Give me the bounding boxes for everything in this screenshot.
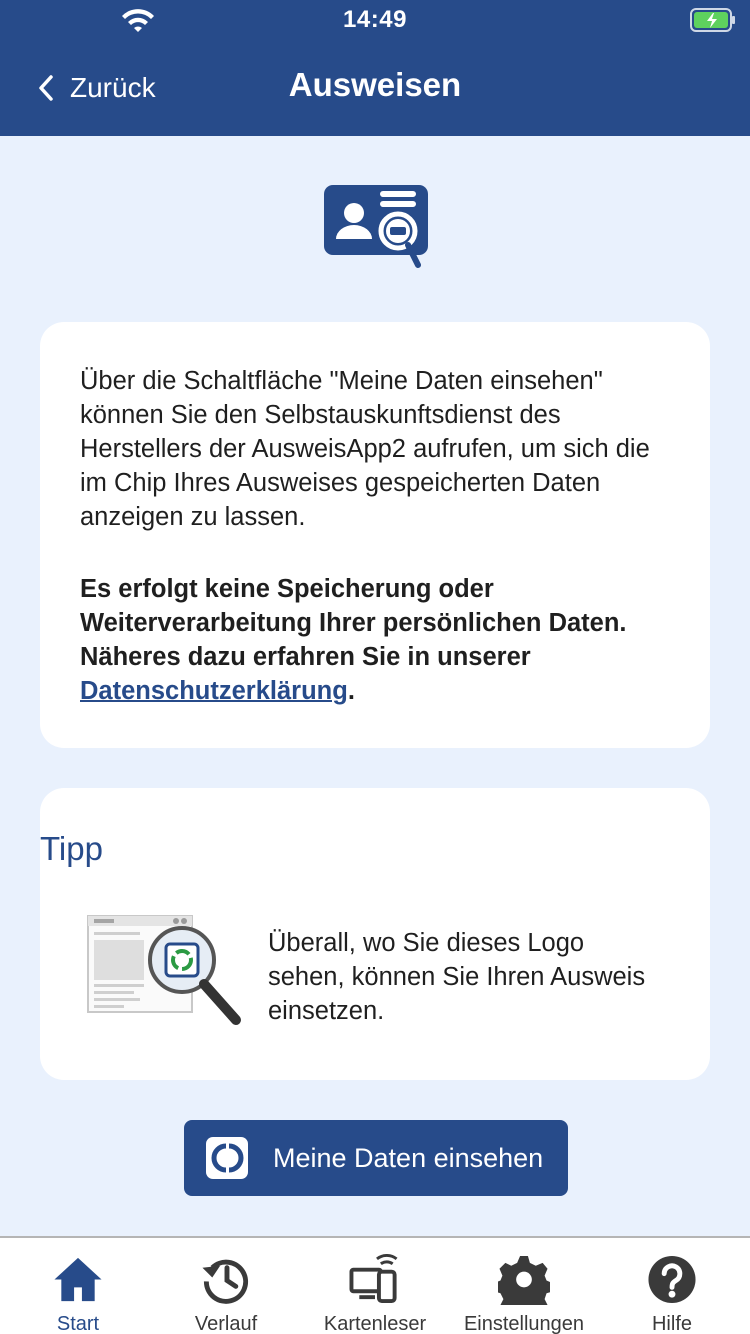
page-title: Ausweisen (288, 66, 462, 103)
app-header: 14:49 Zurück Ausweisen (0, 0, 750, 136)
card-reader-icon (349, 1254, 398, 1304)
ausweisapp-logo-icon (206, 1137, 248, 1179)
info-paragraph: Über die Schaltfläche "Meine Daten einse… (80, 367, 650, 531)
privacy-link[interactable]: Datenschutzerklärung (80, 677, 348, 705)
tab-settings[interactable]: Einstellungen (458, 1238, 590, 1334)
tab-bar: Start Verlauf Kartenleser Einstellungen (0, 1236, 750, 1334)
id-card-search-icon (324, 185, 428, 268)
tip-title: Tipp (40, 830, 103, 867)
status-time: 14:49 (343, 6, 407, 33)
tab-label: Start (56, 1313, 100, 1334)
privacy-note: Es erfolgt keine Speicherung oder Weiter… (80, 572, 670, 708)
show-my-data-label: Meine Daten einsehen (273, 1142, 544, 1173)
privacy-note-text: Es erfolgt keine Speicherung oder Weiter… (80, 575, 627, 671)
tab-label: Hilfe (651, 1313, 692, 1334)
gear-icon (498, 1255, 550, 1305)
tab-history[interactable]: Verlauf (185, 1238, 267, 1334)
history-icon (202, 1259, 249, 1304)
home-icon (54, 1257, 102, 1302)
browser-logo-magnifier-icon (87, 915, 241, 1025)
help-icon (648, 1255, 696, 1304)
tab-label: Kartenleser (323, 1313, 427, 1334)
privacy-note-end: . (347, 677, 355, 705)
tab-label: Verlauf (194, 1313, 258, 1334)
battery-icon (690, 8, 735, 32)
tab-label: Einstellungen (463, 1313, 585, 1334)
show-my-data-button[interactable]: Meine Daten einsehen (184, 1120, 568, 1196)
tab-card-reader[interactable]: Kartenleser (318, 1238, 432, 1334)
tip-text: Überall, wo Sie dieses Logo sehen, könne… (268, 929, 646, 1025)
tab-help[interactable]: Hilfe (640, 1238, 704, 1334)
info-card: Über die Schaltfläche "Meine Daten einse… (40, 322, 710, 748)
tab-start[interactable]: Start (38, 1238, 118, 1334)
